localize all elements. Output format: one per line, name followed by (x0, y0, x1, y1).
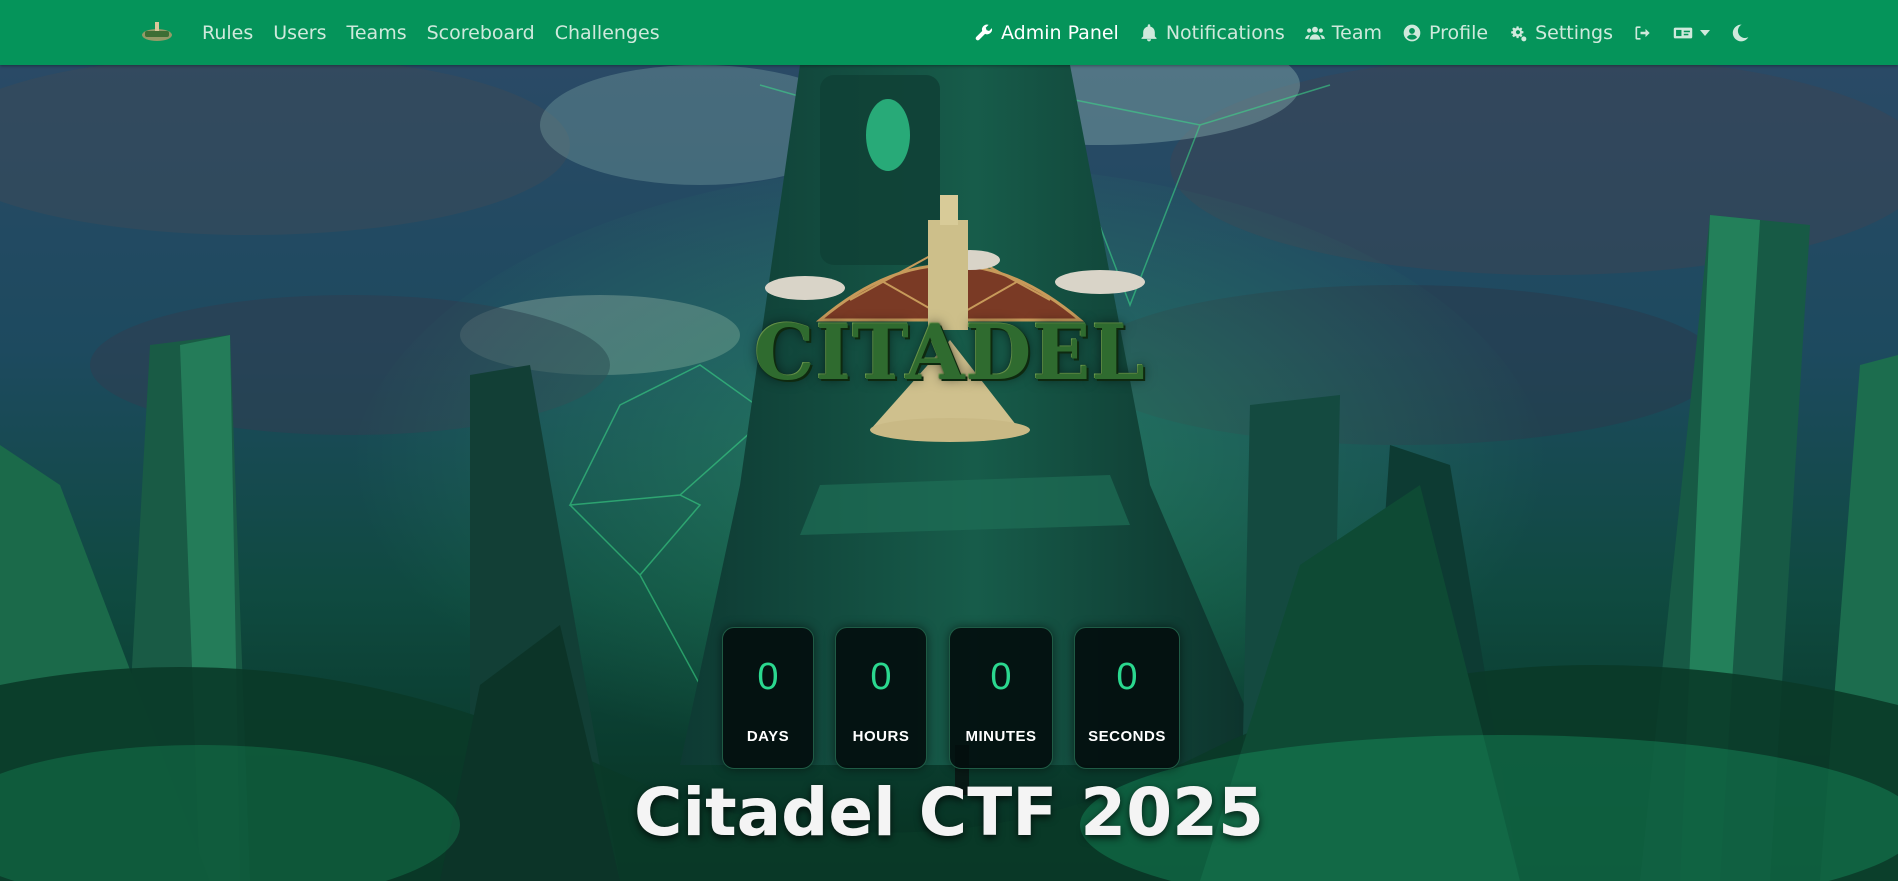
nav-admin-panel[interactable]: Admin Panel (974, 22, 1119, 44)
profile-label: Profile (1428, 21, 1489, 44)
top-navbar: Rules Users Teams Scoreboard Challenges … (0, 0, 1898, 65)
nav-challenges[interactable]: Challenges (555, 22, 660, 44)
page-title: Citadel CTF 2025 (634, 774, 1264, 851)
primary-nav: Rules Users Teams Scoreboard Challenges (202, 0, 660, 65)
countdown-value: 0 (990, 656, 1012, 698)
countdown-label: DAYS (746, 728, 790, 745)
logout-button[interactable] (1633, 23, 1653, 43)
countdown-timer: 0 DAYS 0 HOURS 0 MINUTES 0 SECONDS (0, 627, 1898, 769)
nav-profile[interactable]: Profile (1402, 22, 1488, 44)
nav-users[interactable]: Users (273, 22, 326, 44)
nav-rules[interactable]: Rules (202, 22, 253, 44)
countdown-value: 0 (757, 656, 779, 698)
hero-section: CITADEL 0 DAYS 0 HOURS 0 MINUTES 0 SECON… (0, 65, 1898, 881)
language-dropdown[interactable] (1673, 23, 1710, 43)
countdown-label: MINUTES (965, 728, 1037, 745)
theme-toggle[interactable] (1730, 23, 1750, 43)
countdown-label: SECONDS (1088, 728, 1166, 745)
nav-teams[interactable]: Teams (346, 22, 406, 44)
secondary-nav: Admin Panel Notifications Team Profile S… (974, 0, 1750, 65)
nav-scoreboard[interactable]: Scoreboard (427, 22, 535, 44)
wrench-icon (975, 24, 993, 40)
nav-settings[interactable]: Settings (1508, 22, 1613, 44)
citadel-logo-icon[interactable] (141, 20, 173, 44)
notifications-label: Notifications (1165, 21, 1285, 44)
nav-notifications[interactable]: Notifications (1139, 22, 1285, 44)
gears-icon (1511, 25, 1527, 41)
bell-icon (1141, 23, 1157, 41)
nav-team[interactable]: Team (1304, 21, 1382, 44)
admin-panel-label: Admin Panel (1000, 21, 1119, 44)
countdown-hours: 0 HOURS (835, 627, 927, 769)
logo-wordmark: CITADEL (754, 308, 1146, 397)
countdown-value: 0 (1116, 656, 1138, 698)
moon-icon (1732, 24, 1749, 41)
settings-label: Settings (1535, 21, 1613, 44)
team-label: Team (1331, 21, 1382, 44)
countdown-seconds: 0 SECONDS (1074, 627, 1180, 769)
countdown-minutes: 0 MINUTES (949, 627, 1053, 769)
chevron-down-icon (1700, 29, 1710, 36)
sign-out-icon (1635, 25, 1650, 40)
citadel-logo: CITADEL (720, 190, 1180, 460)
users-icon (1304, 26, 1325, 40)
countdown-label: HOURS (852, 728, 910, 745)
language-icon (1673, 27, 1693, 38)
countdown-days: 0 DAYS (722, 627, 814, 769)
user-circle-icon (1403, 24, 1421, 41)
countdown-value: 0 (870, 656, 892, 698)
